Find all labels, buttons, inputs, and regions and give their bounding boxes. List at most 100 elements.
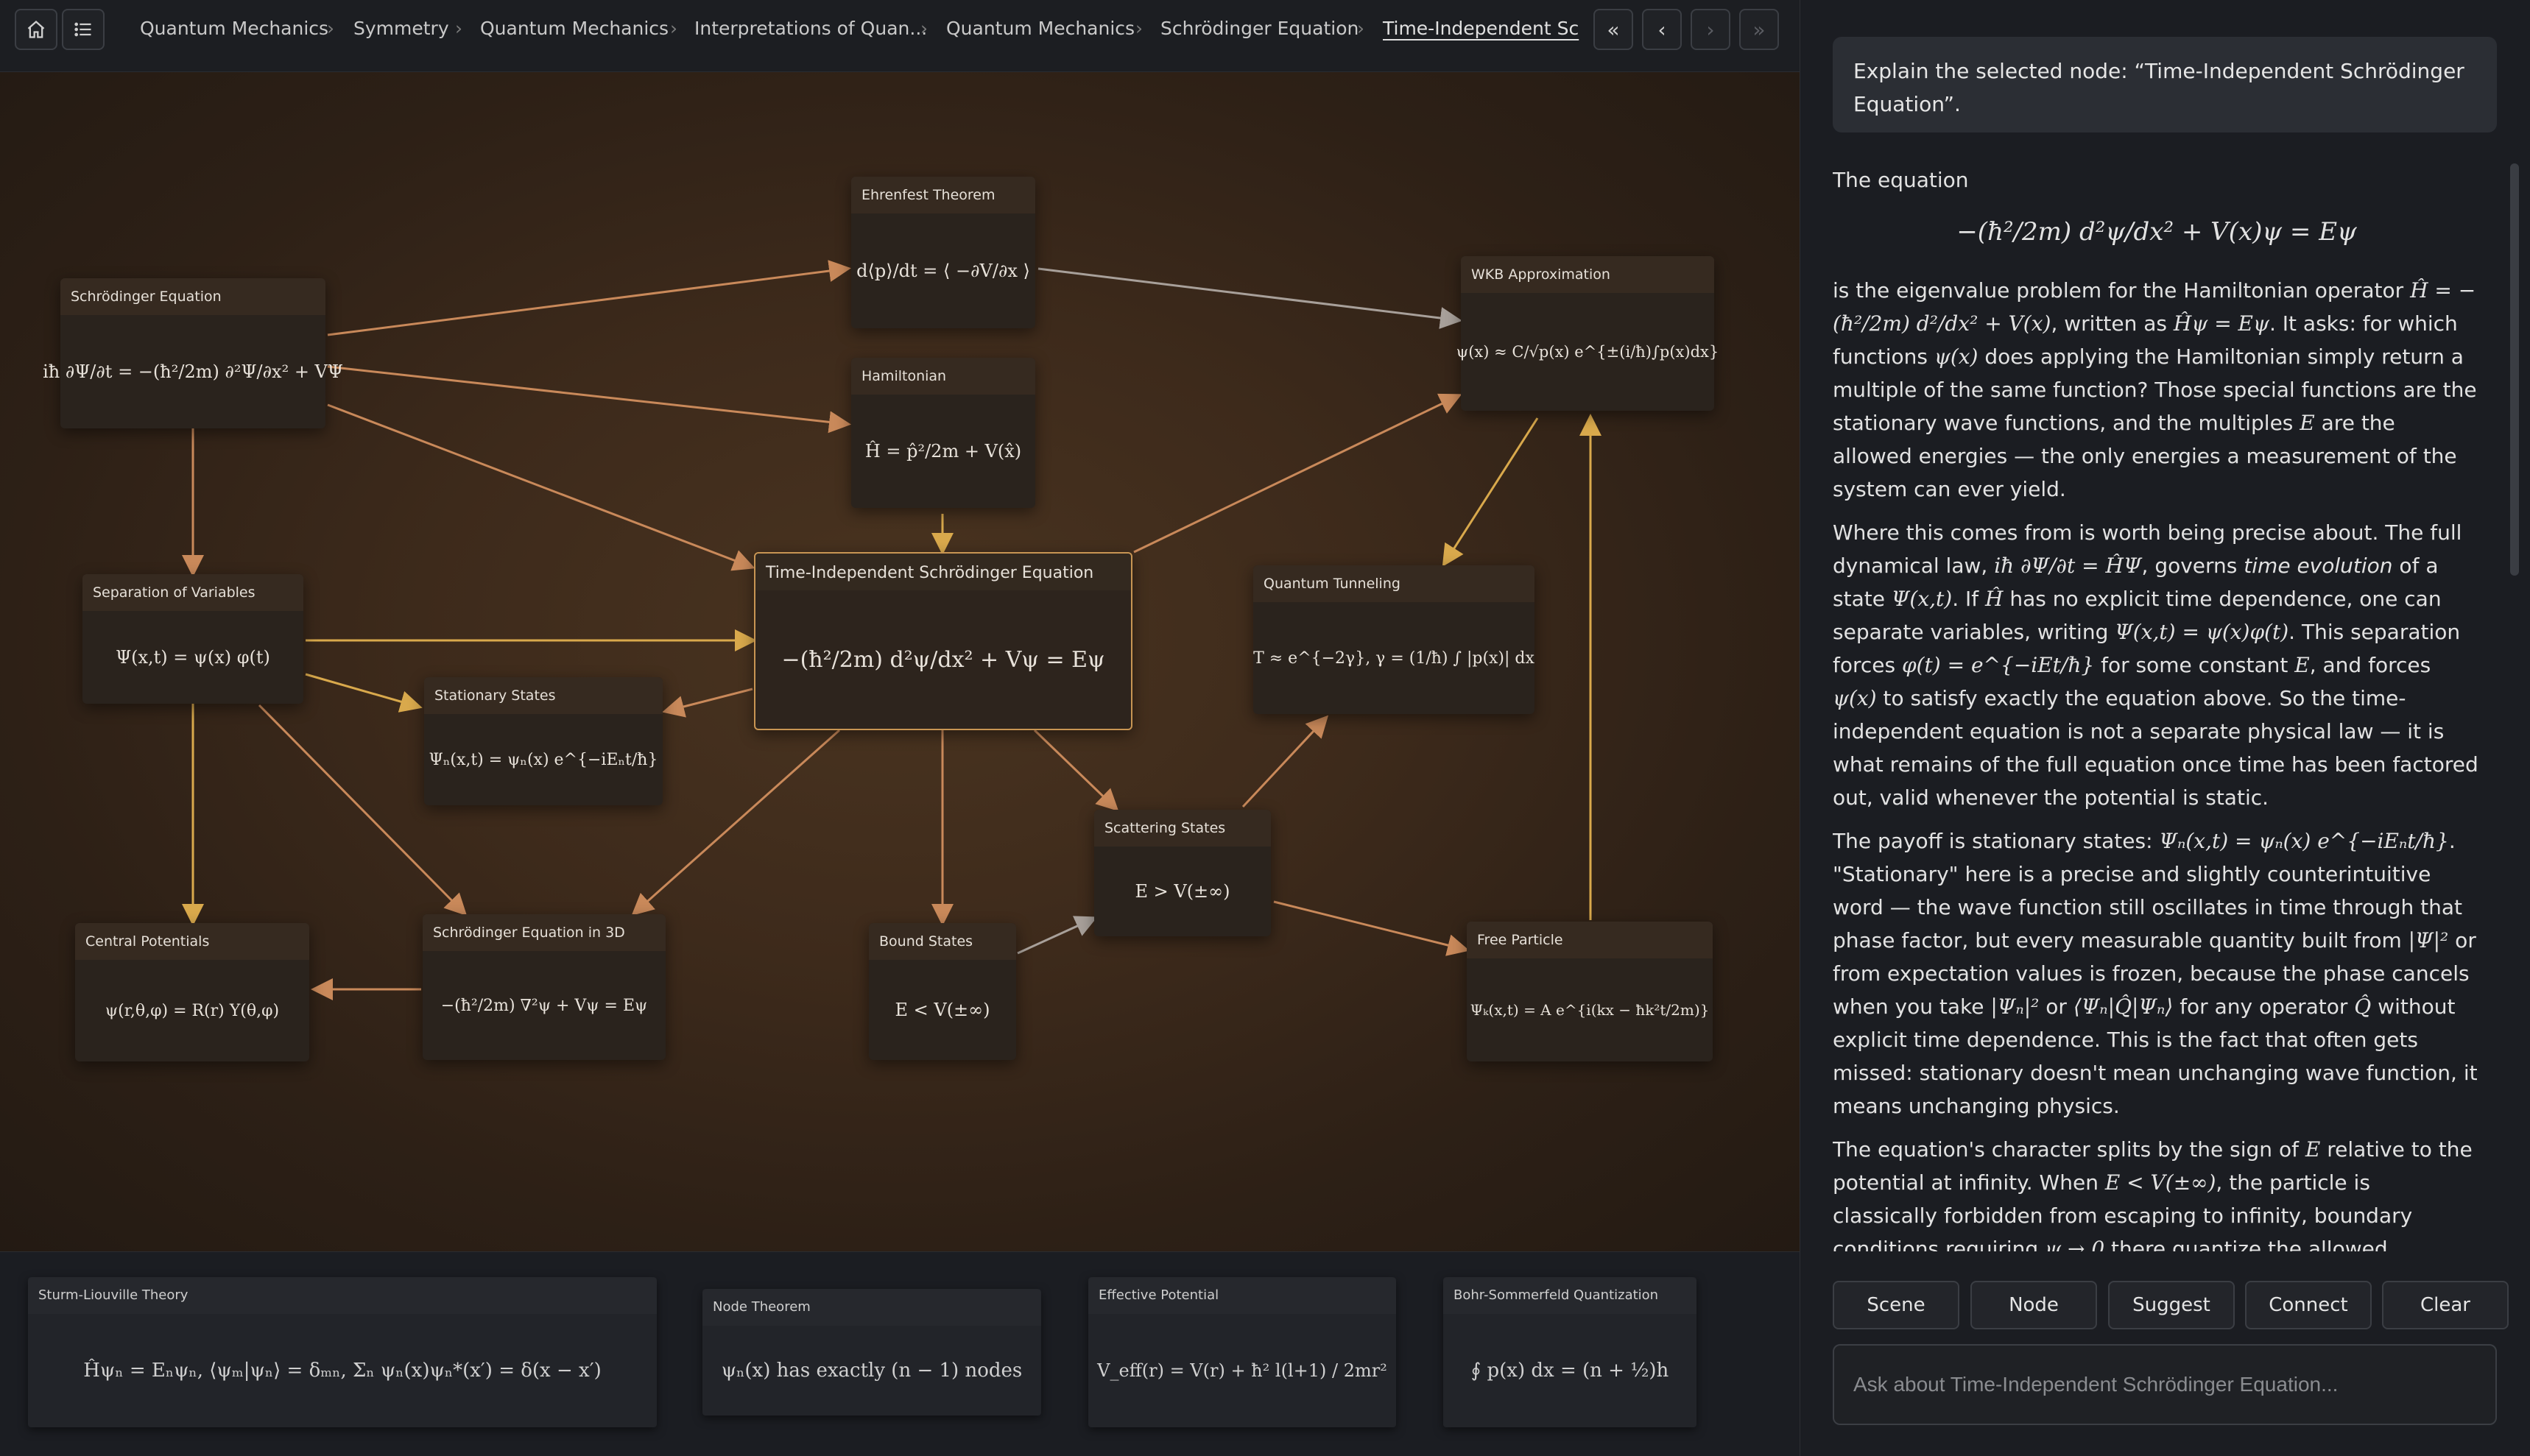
node-separation-of-variables[interactable]: Separation of Variables Ψ(x,t) = ψ(x) φ(… [82, 574, 303, 704]
answer-math: ⟨Ψₙ|Q̂|Ψₙ⟩ [2073, 994, 2174, 1019]
node-time-independent-schrodinger-equation[interactable]: Time-Independent Schrödinger Equation −(… [754, 552, 1132, 730]
answer-math: Ĥ [1985, 587, 2004, 611]
edge [1133, 393, 1462, 554]
nav-last-button[interactable]: » [1739, 9, 1779, 50]
node-formula: Ĥ = p̂²/2m + V(x̂) [864, 441, 1022, 462]
answer-math: Ψ(x,t) = ψ(x)φ(t) [2115, 620, 2289, 644]
chat-panel: Explain the selected node: “Time-Indepen… [1800, 0, 2530, 1456]
answer-math: E [2305, 1137, 2321, 1162]
answer-math: ψ(x) [1833, 686, 1877, 710]
node-wkb-approximation[interactable]: WKB Approximation ψ(x) ≈ C/√p(x) e^{±(i/… [1456, 256, 1719, 411]
node-schrodinger-equation-3d[interactable]: Schrödinger Equation in 3D −(ħ²/2m) ∇²ψ … [423, 914, 666, 1060]
scrollbar-thumb[interactable] [2510, 163, 2519, 576]
breadcrumb-separator: › [670, 18, 677, 39]
node-title: Hamiltonian [851, 358, 1035, 395]
graph-canvas[interactable]: Ehrenfest Theorem d⟨p⟩/dt = ⟨ −∂V/∂x ⟩ S… [0, 72, 1800, 1251]
breadcrumb-item[interactable]: Quantum Mechanics [946, 18, 1135, 39]
answer-emphasis: time evolution [2244, 554, 2393, 578]
edge [327, 260, 851, 336]
tray-card-formula: ψₙ(x) has exactly (n − 1) nodes [721, 1360, 1023, 1382]
answer-text: , written as [2051, 311, 2174, 336]
node-hamiltonian[interactable]: Hamiltonian Ĥ = p̂²/2m + V(x̂) [851, 358, 1035, 508]
answer-math: |Ψ|² [2408, 928, 2449, 953]
edge [327, 403, 755, 571]
tray-card-formula: V_eff(r) = V(r) + ħ² l(l+1) / 2mr² [1097, 1360, 1387, 1381]
answer-paragraph: The equation's character splits by the s… [1833, 1133, 2481, 1251]
top-bar: Quantum Mechanics › Symmetry › Quantum M… [0, 0, 1800, 72]
node-formula: Ψ(x,t) = ψ(x) φ(t) [116, 647, 270, 668]
answer-text: . If [1952, 587, 1986, 611]
breadcrumb-item[interactable]: Symmetry [353, 18, 449, 39]
answer-math: Ψ(x,t) [1891, 587, 1953, 611]
edge [327, 365, 851, 434]
answer-paragraph: Where this comes from is worth being pre… [1833, 516, 2481, 814]
answer-text: , and forces [2309, 653, 2431, 677]
breadcrumb-separator: › [455, 18, 462, 39]
home-button[interactable] [15, 9, 57, 50]
node-formula: T ≈ e^{−2γ}, γ = (1/ħ) ∫ |p(x)| dx [1253, 649, 1534, 668]
answer-scrollbar[interactable] [2510, 163, 2519, 1251]
nav-prev-button[interactable]: ‹ [1642, 9, 1682, 50]
answer-text: , governs [2141, 554, 2244, 578]
scene-button[interactable]: Scene [1833, 1281, 1959, 1329]
display-equation: −(ħ²/2m) d²ψ/dx² + V(x)ψ = Eψ [1956, 217, 2357, 247]
node-ehrenfest-theorem[interactable]: Ehrenfest Theorem d⟨p⟩/dt = ⟨ −∂V/∂x ⟩ [851, 177, 1035, 328]
answer-math: iħ ∂Ψ/∂t = ĤΨ [1994, 554, 2142, 578]
edge [1442, 417, 1539, 568]
tray-card-node-theorem[interactable]: Node Theorem ψₙ(x) has exactly (n − 1) n… [702, 1289, 1041, 1416]
breadcrumb-current[interactable]: Time-Independent Sc [1383, 18, 1579, 39]
node-bound-states[interactable]: Bound States E < V(±∞) [869, 923, 1016, 1060]
answer-text: or [2039, 994, 2073, 1019]
node-button[interactable]: Node [1970, 1281, 2097, 1329]
tray-card-formula: ∮ p(x) dx = (n + ½)h [1470, 1360, 1669, 1382]
node-title: Central Potentials [75, 923, 309, 960]
node-formula: iħ ∂Ψ/∂t = −(ħ²/2m) ∂²Ψ/∂x² + VΨ [43, 361, 343, 382]
tray-card-bohr-sommerfeld[interactable]: Bohr-Sommerfeld Quantization ∮ p(x) dx =… [1443, 1277, 1696, 1427]
node-title: Ehrenfest Theorem [851, 177, 1035, 213]
node-formula: Ψₙ(x,t) = ψₙ(x) e^{−iEₙt/ħ} [429, 750, 658, 769]
node-title: Free Particle [1467, 922, 1713, 958]
answer-text: to satisfy exactly the equation above. S… [1833, 686, 2478, 810]
node-scattering-states[interactable]: Scattering States E > V(±∞) [1094, 810, 1271, 936]
node-title: Scattering States [1094, 810, 1271, 847]
edge [1273, 900, 1470, 956]
node-quantum-tunneling[interactable]: Quantum Tunneling T ≈ e^{−2γ}, γ = (1/ħ)… [1253, 565, 1534, 714]
edge [305, 673, 423, 713]
node-schrodinger-equation[interactable]: Schrödinger Equation iħ ∂Ψ/∂t = −(ħ²/2m)… [43, 278, 343, 428]
tray-card-effective-potential[interactable]: Effective Potential V_eff(r) = V(r) + ħ²… [1088, 1277, 1396, 1427]
breadcrumb-item[interactable]: Schrödinger Equation [1160, 18, 1359, 39]
answer-math: ψ → 0 [2045, 1237, 2105, 1251]
node-title: Time-Independent Schrödinger Equation [755, 554, 1131, 590]
suggest-button[interactable]: Suggest [2108, 1281, 2235, 1329]
answer-text: for some constant [2094, 653, 2295, 677]
node-formula: E < V(±∞) [895, 1000, 990, 1020]
answer-math: Ψₙ(x,t) = ψₙ(x) e^{−iEₙt/ħ} [2159, 829, 2449, 853]
answer-math: E < V(±∞) [2104, 1170, 2216, 1195]
answer-paragraph: is the eigenvalue problem for the Hamilt… [1833, 274, 2481, 506]
node-stationary-states[interactable]: Stationary States Ψₙ(x,t) = ψₙ(x) e^{−iE… [424, 677, 663, 805]
breadcrumb-item[interactable]: Quantum Mechanics [480, 18, 669, 39]
breadcrumb-item[interactable]: Quantum Mechanics [140, 18, 328, 39]
assistant-answer: The equation −(ħ²/2m) d²ψ/dx² + V(x)ψ = … [1833, 163, 2481, 1251]
nav-first-button[interactable]: « [1593, 9, 1633, 50]
node-title: Schrödinger Equation [60, 278, 325, 315]
connect-button[interactable]: Connect [2245, 1281, 2372, 1329]
edge [1037, 267, 1462, 329]
tray-card-sturm-liouville[interactable]: Sturm-Liouville Theory Ĥψₙ = Eₙψₙ, ⟨ψₘ|ψ… [28, 1277, 657, 1427]
node-formula: −(ħ²/2m) ∇²ψ + Vψ = Eψ [440, 996, 648, 1015]
answer-math: |Ψₙ|² [1990, 994, 2040, 1019]
edge [1241, 715, 1329, 808]
nav-next-button[interactable]: › [1691, 9, 1730, 50]
node-central-potentials[interactable]: Central Potentials ψ(r,θ,φ) = R(r) Y(θ,φ… [75, 923, 309, 1061]
clear-button[interactable]: Clear [2382, 1281, 2509, 1329]
tray-card-formula: Ĥψₙ = Eₙψₙ, ⟨ψₘ|ψₙ⟩ = δₘₙ, Σₙ ψₙ(x)ψₙ*(x… [83, 1360, 602, 1382]
ask-input[interactable] [1833, 1344, 2497, 1425]
breadcrumb-item[interactable]: Interpretations of Quan... [694, 18, 927, 39]
breadcrumb-separator: › [1135, 18, 1143, 39]
node-free-particle[interactable]: Free Particle Ψₖ(x,t) = A e^{i(kx − ħk²t… [1467, 922, 1713, 1061]
node-formula: ψ(x) ≈ C/√p(x) e^{±(i/ħ)∫p(x)dx} [1456, 343, 1719, 361]
node-title: WKB Approximation [1461, 256, 1714, 293]
list-button[interactable] [62, 9, 105, 50]
list-icon [74, 22, 91, 37]
answer-math: φ(t) = e^{−iEt/ħ} [1902, 653, 2095, 677]
